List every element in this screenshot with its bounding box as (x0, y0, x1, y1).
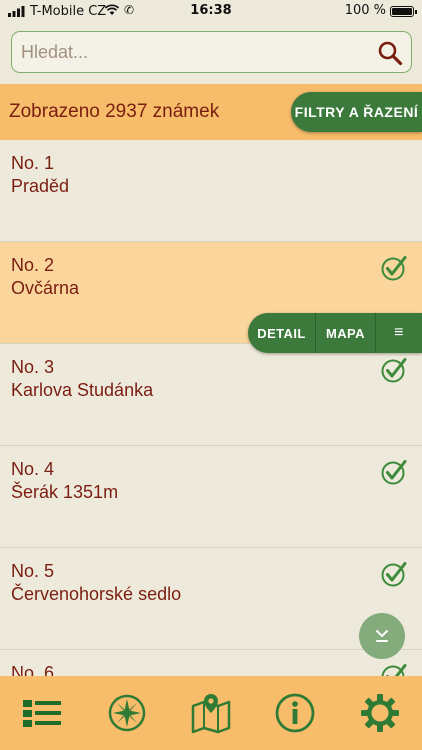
info-icon (276, 693, 315, 733)
search-input[interactable] (21, 32, 361, 72)
tab-map[interactable] (169, 676, 253, 750)
checkmark-icon (381, 664, 407, 676)
search-icon[interactable] (377, 40, 403, 66)
item-number: No. 6 (11, 663, 55, 676)
search-box[interactable] (11, 31, 412, 73)
status-bar: T-Mobile CZ ✆ 16:38 100 % (0, 0, 422, 24)
item-number: No. 4 (11, 459, 55, 479)
item-number: No. 3 (11, 357, 55, 377)
list-item[interactable]: No. 3 Karlova Studánka (0, 344, 422, 446)
tab-settings[interactable] (338, 676, 422, 750)
result-count: Zobrazeno 2937 známek (9, 101, 220, 122)
item-number: No. 1 (11, 153, 55, 173)
map-icon (191, 694, 231, 734)
battery-percent: 100 % (344, 3, 386, 18)
battery-icon (390, 6, 417, 17)
map-button[interactable]: MAPA (316, 313, 376, 353)
list-icon (23, 700, 62, 727)
stamp-list: No. 1 Praděd No. 2 Ovčárna No. 3 Karlova… (0, 140, 422, 676)
bottom-tab-bar (0, 676, 422, 750)
item-number: No. 5 (11, 561, 55, 581)
settings-gear-icon (360, 694, 399, 732)
tab-compass[interactable] (84, 676, 168, 750)
filter-bar: Zobrazeno 2937 známek FILTRY A ŘAZENÍ (0, 84, 422, 140)
item-action-bar: DETAIL MAPA ≡ (248, 313, 422, 353)
checkmark-icon (381, 256, 407, 281)
tab-info[interactable] (253, 676, 337, 750)
filter-sort-button[interactable]: FILTRY A ŘAZENÍ (291, 92, 422, 132)
chevron-down-bar-icon (376, 630, 388, 642)
item-name: Karlova Studánka (11, 380, 154, 400)
scroll-to-bottom-button[interactable] (359, 613, 405, 659)
item-name: Ovčárna (11, 278, 80, 298)
detail-button[interactable]: DETAIL (248, 313, 316, 353)
item-name: Červenohorské sedlo (11, 584, 182, 604)
item-name: Praděd (11, 176, 70, 196)
item-name: Šerák 1351m (11, 482, 119, 502)
tab-list[interactable] (0, 676, 84, 750)
list-item[interactable]: No. 4 Šerák 1351m (0, 446, 422, 548)
list-item[interactable]: No. 1 Praděd (0, 140, 422, 242)
menu-button[interactable]: ≡ (376, 313, 422, 353)
checkmark-icon (381, 460, 407, 485)
checkmark-icon (381, 562, 407, 587)
list-item[interactable]: No. 6 (0, 650, 422, 676)
compass-icon (108, 694, 145, 732)
checkmark-icon (381, 358, 407, 383)
item-number: No. 2 (11, 255, 55, 275)
